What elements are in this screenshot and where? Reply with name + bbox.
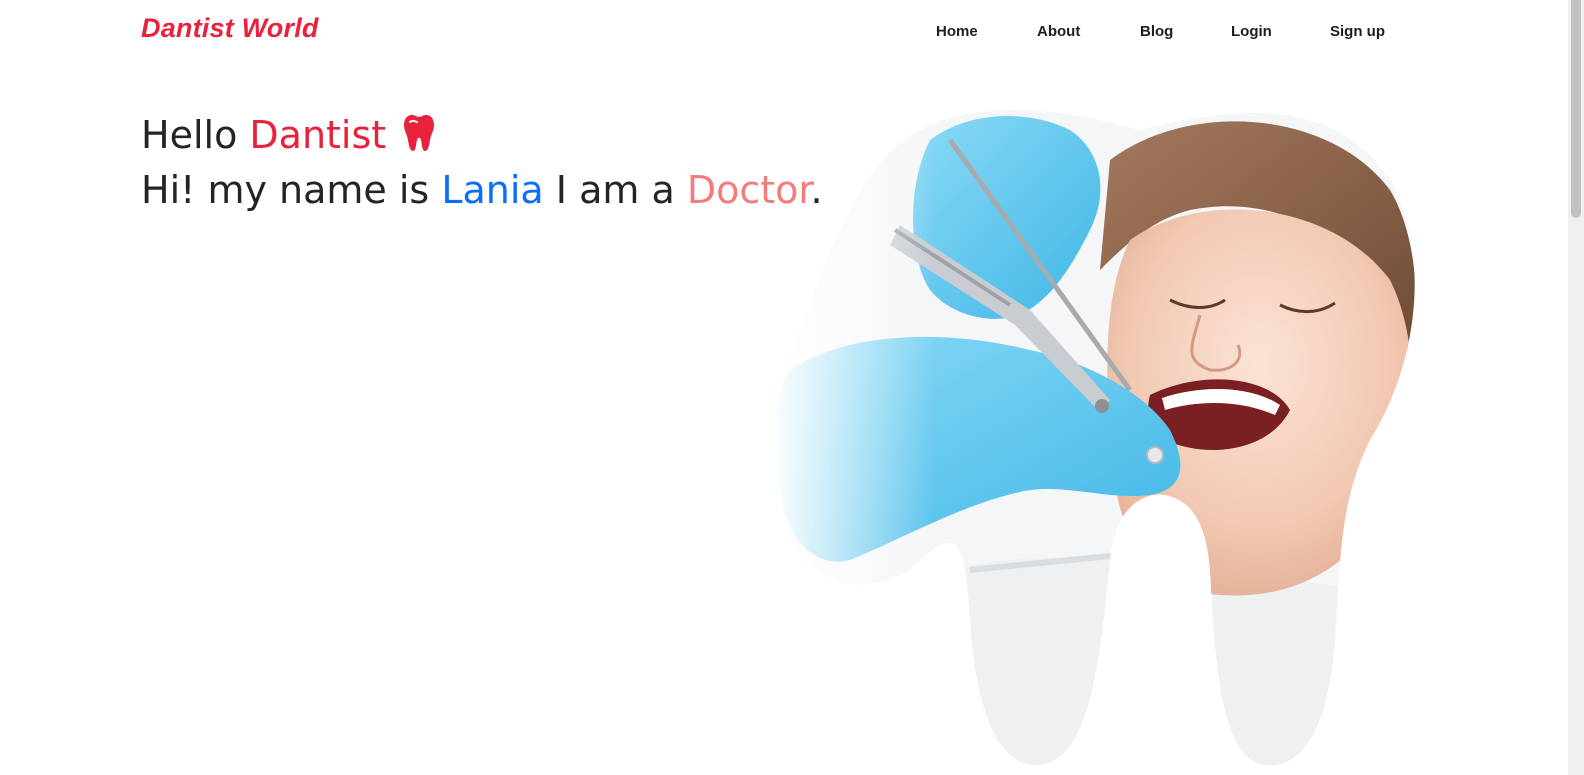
hero-greeting: Hello Dantist xyxy=(141,113,435,161)
brand-logo[interactable]: Dantist World xyxy=(141,13,319,44)
hero-photo xyxy=(770,100,1430,775)
hero-intro: Hi! my name is Lania I am a Doctor. xyxy=(141,168,823,212)
page-scrollbar[interactable] xyxy=(1568,0,1584,775)
tooth-icon xyxy=(404,114,435,161)
doctor-name: Lania xyxy=(441,168,544,212)
nav-link-home[interactable]: Home xyxy=(936,23,978,40)
intro-middle: I am a xyxy=(543,168,687,212)
nav-link-about[interactable]: About xyxy=(1037,23,1080,40)
page: Dantist World Home About Blog Login Sign… xyxy=(0,0,1584,775)
greeting-prefix: Hello xyxy=(141,113,250,157)
nav-link-signup[interactable]: Sign up xyxy=(1330,23,1385,40)
intro-prefix: Hi! my name is xyxy=(141,168,442,212)
navbar: Dantist World Home About Blog Login Sign… xyxy=(0,0,1568,64)
nav-link-login[interactable]: Login xyxy=(1231,23,1272,40)
nav-link-blog[interactable]: Blog xyxy=(1140,23,1173,40)
greeting-highlight: Dantist xyxy=(249,113,387,157)
scrollbar-thumb[interactable] xyxy=(1571,0,1581,218)
